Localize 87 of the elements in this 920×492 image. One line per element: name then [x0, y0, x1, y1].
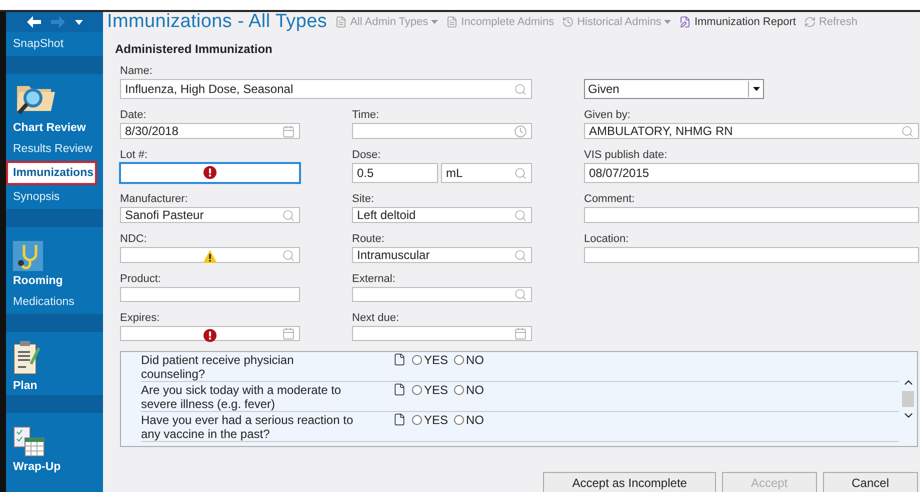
- document-icon[interactable]: [393, 413, 406, 426]
- clock-icon[interactable]: [514, 124, 527, 138]
- input-field[interactable]: [352, 326, 532, 341]
- calendar-icon[interactable]: [282, 327, 295, 340]
- field-label: VIS publish date:: [584, 149, 668, 163]
- field-label: Next due:: [352, 312, 400, 326]
- scrollbar-thumb[interactable]: [902, 391, 914, 407]
- field-label: Time:: [352, 109, 380, 123]
- search-icon[interactable]: [514, 166, 527, 180]
- nav-section-link[interactable]: Plan: [13, 380, 103, 392]
- search-icon[interactable]: [514, 208, 527, 222]
- page-title: Immunizations - All Types: [107, 11, 328, 33]
- field-label: Product:: [120, 273, 162, 287]
- history-icon: [562, 16, 574, 28]
- field-label: Location:: [584, 233, 630, 247]
- radio-option[interactable]: NO: [454, 383, 484, 397]
- document-icon: [335, 16, 348, 28]
- field-label: Given by:: [584, 109, 632, 123]
- input-field[interactable]: [584, 207, 919, 223]
- nav-link[interactable]: SnapShot: [6, 32, 103, 56]
- status-dropdown[interactable]: Given: [584, 79, 764, 99]
- nav-section-link[interactable]: Chart Review: [13, 122, 103, 134]
- field-label: Site:: [352, 193, 376, 207]
- question-text: Have you ever had a serious reaction to any vaccine in the past?: [141, 413, 354, 441]
- field-label: Expires:: [120, 312, 161, 326]
- action-button[interactable]: Cancel: [822, 472, 918, 492]
- field-label: Comment:: [584, 193, 636, 207]
- action-button[interactable]: Accept as Incomplete: [543, 472, 716, 492]
- field-label: External:: [352, 273, 396, 287]
- search-icon[interactable]: [514, 248, 527, 262]
- stethoscope-icon: [13, 241, 43, 271]
- input-field[interactable]: [120, 163, 300, 183]
- dose-field[interactable]: 0.5: [352, 163, 438, 183]
- calendar-icon[interactable]: [514, 327, 527, 340]
- nav-link[interactable]: Medications: [6, 290, 103, 314]
- field-label: Name:: [120, 65, 154, 79]
- document-icon: [446, 16, 458, 28]
- input-field[interactable]: Intramuscular: [352, 247, 532, 263]
- input-field[interactable]: [120, 247, 300, 263]
- document-icon[interactable]: [393, 353, 406, 366]
- field-label: Manufacturer:: [120, 193, 189, 207]
- refresh-icon: [804, 16, 816, 28]
- input-field[interactable]: [352, 287, 532, 302]
- input-field[interactable]: 8/30/2018: [120, 123, 300, 139]
- input-field[interactable]: Left deltoid: [352, 207, 532, 223]
- document-icon[interactable]: [393, 383, 406, 396]
- nav-link[interactable]: Synopsis: [6, 185, 103, 209]
- nav-link[interactable]: Results Review: [6, 137, 103, 161]
- toolbar-button[interactable]: Immunization Report: [679, 16, 796, 28]
- clipboard-icon: [13, 340, 41, 376]
- forward-icon[interactable]: [50, 16, 64, 28]
- unit-field[interactable]: mL: [441, 163, 532, 183]
- field-label: Dose:: [352, 149, 382, 163]
- question-text: Are you sick today with a moderate to severe illness (e.g. fever): [141, 383, 342, 411]
- field-label: Route:: [352, 233, 386, 247]
- input-field[interactable]: Influenza, High Dose, Seasonal: [120, 79, 532, 99]
- input-field[interactable]: Sanofi Pasteur: [120, 207, 300, 223]
- input-field[interactable]: [120, 287, 300, 302]
- radio-option[interactable]: NO: [454, 413, 484, 427]
- field-label: Lot #:: [120, 149, 149, 163]
- search-icon[interactable]: [514, 82, 527, 96]
- section-title: Administered Immunization: [115, 42, 274, 56]
- field-label: Date:: [120, 109, 148, 123]
- report-icon: [679, 16, 692, 28]
- input-field[interactable]: AMBULATORY, NHMG RN: [584, 123, 919, 139]
- search-icon[interactable]: [282, 208, 295, 222]
- radio-option[interactable]: YES: [412, 383, 448, 397]
- nav-section-link[interactable]: Wrap-Up: [13, 461, 103, 473]
- input-field[interactable]: [352, 123, 532, 139]
- search-icon[interactable]: [282, 248, 295, 262]
- field-label: NDC:: [120, 233, 148, 247]
- back-icon[interactable]: [26, 16, 40, 28]
- caret-icon[interactable]: [74, 20, 82, 24]
- caret-icon[interactable]: [752, 87, 760, 91]
- radio-option[interactable]: NO: [454, 353, 484, 367]
- nav-section-link[interactable]: Rooming: [13, 275, 103, 287]
- radio-option[interactable]: YES: [412, 413, 448, 427]
- calendar-icon: [13, 425, 45, 457]
- question-text: Did patient receive physician counseling?: [141, 353, 295, 381]
- input-field[interactable]: [584, 247, 919, 263]
- input-field[interactable]: 08/07/2015: [584, 163, 919, 183]
- search-icon[interactable]: [901, 124, 914, 138]
- radio-option[interactable]: YES: [412, 353, 448, 367]
- search-icon[interactable]: [514, 288, 527, 301]
- nav-link[interactable]: Immunizations: [6, 161, 97, 185]
- calendar-icon[interactable]: [282, 124, 295, 138]
- input-field[interactable]: [120, 326, 300, 341]
